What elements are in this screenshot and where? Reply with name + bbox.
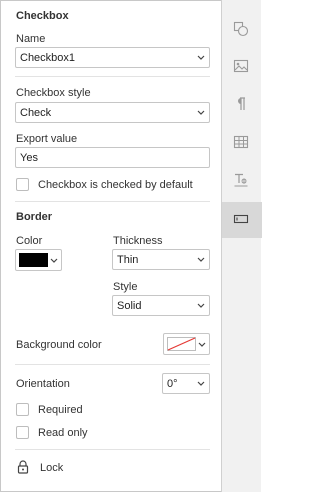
image-settings-button[interactable]: [222, 49, 262, 85]
thickness-label: Thickness: [113, 235, 163, 247]
border-color-label: Color: [16, 235, 43, 247]
thickness-value: Thin: [117, 254, 139, 266]
chevron-down-icon: [197, 303, 205, 308]
table-icon: [233, 135, 249, 149]
chevron-down-icon: [198, 342, 206, 347]
no-fill-icon: [167, 337, 196, 351]
border-title: Border: [16, 211, 53, 223]
orientation-value: 0°: [167, 378, 178, 390]
text-art-settings-button[interactable]: [222, 163, 262, 199]
export-value-text: Yes: [20, 152, 38, 164]
checkbox-style-label: Checkbox style: [16, 87, 91, 99]
read-only-checkbox[interactable]: [16, 426, 29, 439]
border-style-value: Solid: [117, 300, 142, 312]
checkbox-settings-panel: Checkbox Name Checkbox1 Checkbox style C…: [0, 0, 221, 492]
chevron-down-icon: [50, 258, 58, 263]
thickness-select[interactable]: Thin: [112, 249, 210, 270]
paragraph-icon: [238, 97, 245, 110]
checkbox-style-value: Check: [20, 107, 52, 119]
shapes-settings-button[interactable]: [222, 12, 262, 48]
divider: [15, 76, 210, 77]
required-checkbox[interactable]: [16, 403, 29, 416]
right-toolbar: [221, 0, 262, 492]
chevron-down-icon: [197, 55, 205, 60]
color-swatch: [19, 253, 48, 267]
chevron-down-icon: [197, 381, 205, 386]
export-value-input[interactable]: Yes: [15, 147, 210, 168]
shapes-icon: [233, 21, 249, 37]
name-value: Checkbox1: [20, 52, 76, 64]
border-style-select[interactable]: Solid: [112, 295, 210, 316]
checked-by-default-checkbox[interactable]: [16, 178, 29, 191]
form-settings-button[interactable]: [222, 202, 262, 238]
lock-toggle[interactable]: Lock: [15, 459, 75, 477]
section-title: Checkbox: [16, 10, 69, 22]
lock-icon: [17, 460, 29, 474]
name-label: Name: [16, 33, 46, 45]
divider: [15, 364, 210, 365]
chevron-down-icon: [197, 110, 205, 115]
divider: [15, 201, 210, 202]
paragraph-settings-button[interactable]: [222, 87, 262, 123]
style-label: Style: [113, 281, 138, 293]
lock-label: Lock: [40, 462, 64, 474]
export-value-label: Export value: [16, 133, 78, 145]
read-only-label: Read only: [38, 427, 88, 439]
name-combo[interactable]: Checkbox1: [15, 47, 210, 68]
table-settings-button[interactable]: [222, 125, 262, 161]
background-color-label: Background color: [16, 339, 102, 351]
background-color-picker[interactable]: [163, 333, 210, 355]
required-label: Required: [38, 404, 83, 416]
orientation-select[interactable]: 0°: [162, 373, 210, 394]
border-color-picker[interactable]: [15, 249, 62, 271]
chevron-down-icon: [197, 257, 205, 262]
text-art-icon: [234, 173, 248, 187]
checkbox-style-select[interactable]: Check: [15, 102, 210, 123]
image-icon: [233, 59, 249, 73]
orientation-label: Orientation: [16, 378, 70, 390]
checked-by-default-label: Checkbox is checked by default: [38, 179, 193, 191]
divider: [15, 449, 210, 450]
form-field-icon: [233, 214, 249, 224]
